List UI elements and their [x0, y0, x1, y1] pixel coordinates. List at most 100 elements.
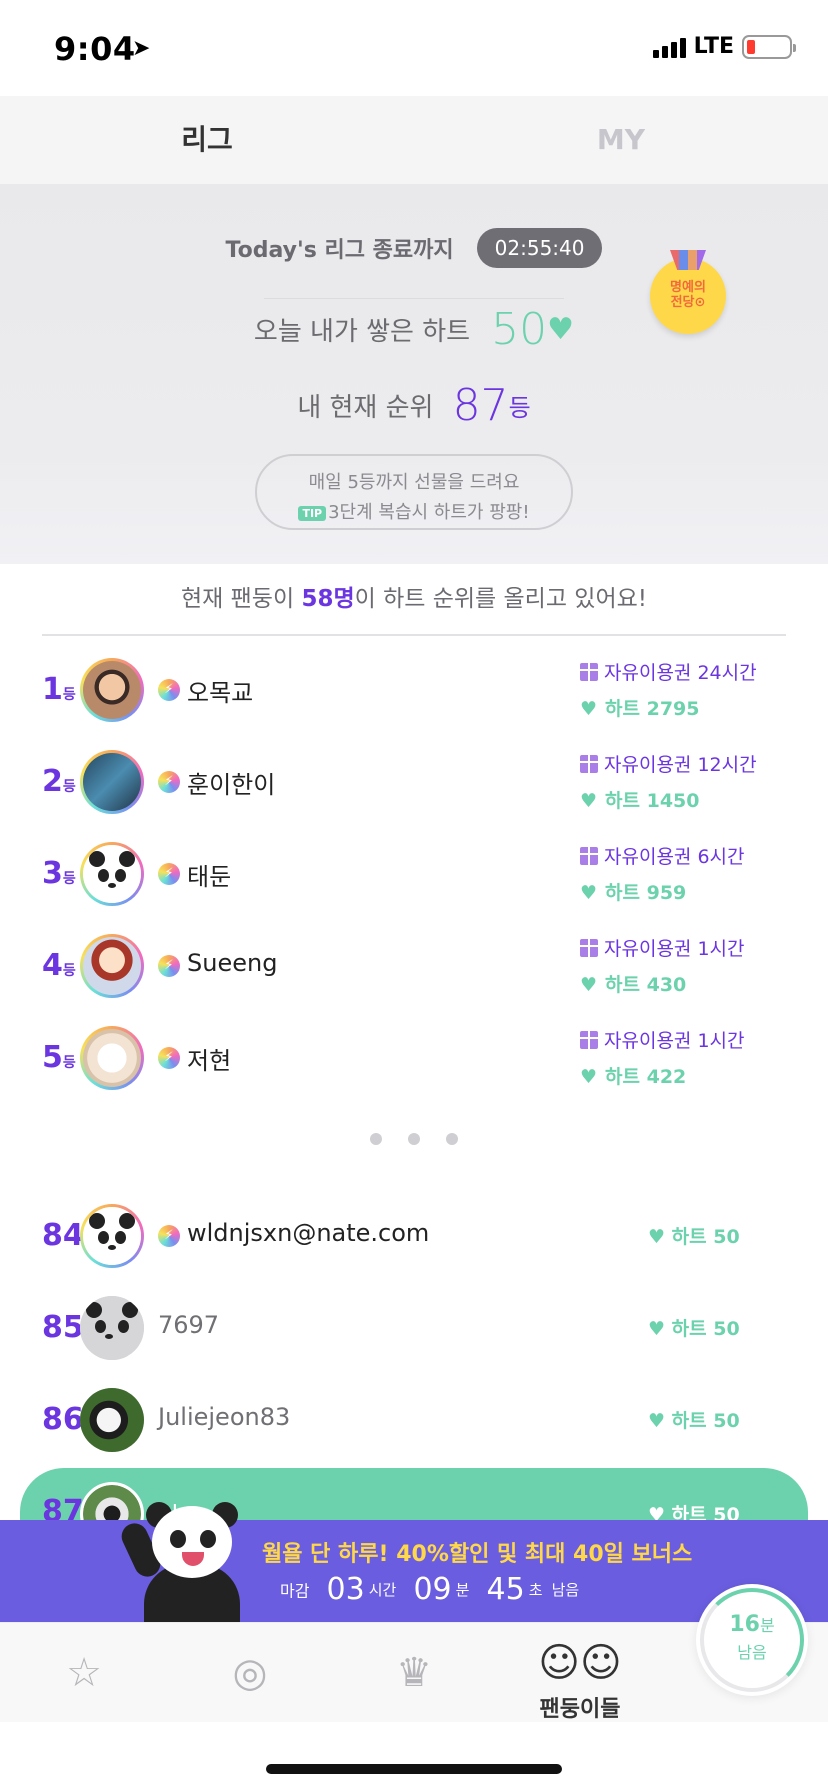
user-name: Juliejeon83: [158, 1403, 291, 1431]
rank-number: 86: [42, 1402, 84, 1437]
gift-icon: [580, 939, 598, 957]
rank-number: 85: [42, 1310, 84, 1345]
league-summary: Today's 리그 종료까지 02:55:40 오늘 내가 쌓은 하트 50♥…: [0, 184, 828, 564]
heart-count: ♥ 하트 50: [648, 1410, 740, 1432]
heart-count: ♥ 하트 2795: [580, 698, 700, 720]
reward: 자유이용권 1시간: [580, 1026, 745, 1053]
gift-icon: [580, 1031, 598, 1049]
reward: 자유이용권 6시간: [580, 842, 745, 869]
users-icon: ☺☺: [538, 1640, 622, 1686]
tab-my[interactable]: MY: [414, 96, 828, 184]
avatar: [80, 750, 144, 814]
rank-number: 1등: [42, 672, 76, 707]
heart-icon: ♥: [580, 974, 598, 996]
heart-count: ♥ 하트 50: [648, 1318, 740, 1340]
my-hearts-label: 오늘 내가 쌓은 하트: [253, 317, 471, 347]
nav-fans[interactable]: ☺☺ 팬둥이들: [520, 1623, 640, 1723]
rank-row[interactable]: 5등 저현 자유이용권 1시간 ♥하트 422: [0, 1012, 828, 1104]
avatar: [80, 1388, 144, 1452]
hall-of-fame-line-1: 명예의: [670, 280, 706, 295]
gift-icon: [580, 847, 598, 865]
top-rank-list: 1등 오목교 자유이용권 24시간 ♥하트 2795 2등 훈이한이 자유이용권…: [0, 644, 828, 1104]
league-end-label: Today's 리그 종료까지: [225, 238, 454, 263]
divider: [264, 298, 564, 299]
nav-ranking[interactable]: ♛: [354, 1623, 474, 1723]
user-name: 훈이한이: [187, 771, 276, 799]
ellipsis-dots: [0, 1130, 828, 1149]
heart-icon: ♥: [547, 312, 575, 347]
status-bar: 9:04 ➤ LTE: [0, 0, 828, 96]
promo-banner[interactable]: 월욜 단 하루! 40%할인 및 최대 40일 보너스 마감 03 시간 09 분 …: [0, 1502, 828, 1624]
gift-icon: [580, 755, 598, 773]
heart-icon: ♥: [648, 1318, 672, 1340]
rank-number: 2등: [42, 764, 76, 799]
reward: 자유이용권 24시간: [580, 658, 757, 685]
rank-row[interactable]: 4등 Sueeng 자유이용권 1시간 ♥하트 430: [0, 920, 828, 1012]
heart-count: ♥ 하트 430: [580, 974, 687, 996]
heart-count: ♥ 하트 959: [580, 882, 687, 904]
premium-badge-icon: [158, 771, 180, 793]
heart-icon: ♥: [580, 882, 598, 904]
rank-row[interactable]: 84 wldnjsxn@nate.com ♥ 하트 50: [0, 1190, 828, 1282]
nav-fans-label: 팬둥이들: [539, 1697, 621, 1722]
battery-icon: [742, 34, 796, 59]
rank-row[interactable]: 86 Juliejeon83 ♥ 하트 50: [0, 1374, 828, 1466]
my-hearts-value: 50: [491, 304, 548, 355]
crown-icon: ♛: [396, 1650, 432, 1696]
participants-count: 58명: [301, 586, 355, 612]
rank-number: 84: [42, 1218, 84, 1253]
time-left-badge[interactable]: 16분 남음: [696, 1584, 808, 1696]
location-arrow-icon: ➤: [132, 36, 151, 61]
rank-row[interactable]: 85 7697 ♥ 하트 50: [0, 1282, 828, 1374]
premium-badge-icon: [158, 863, 180, 885]
heart-count: ♥ 하트 50: [648, 1226, 740, 1248]
tab-league[interactable]: 리그: [0, 96, 414, 184]
panda-avatar-icon: [83, 1207, 141, 1265]
hall-of-fame-line-2: 전당⊙: [670, 295, 706, 310]
user-name: wldnjsxn@nate.com: [187, 1219, 430, 1247]
avatar: [80, 658, 144, 722]
user-name: 저현: [187, 1047, 232, 1075]
gift-icon: [580, 663, 598, 681]
heart-count: ♥ 하트 422: [580, 1066, 687, 1088]
home-indicator: [266, 1764, 562, 1774]
tip-line-1: 매일 5등까지 선물을 드려요: [308, 472, 520, 493]
panda-avatar-icon: [83, 845, 141, 903]
tip-box[interactable]: 매일 5등까지 선물을 드려요 TIP 3단계 복습시 하트가 팡팡!: [255, 454, 573, 530]
user-name: 7697: [158, 1311, 220, 1339]
star-icon: ☆: [66, 1650, 102, 1696]
network-label: LTE: [693, 34, 734, 59]
heart-icon: ♥: [580, 1066, 598, 1088]
panda-avatar-icon: [80, 1296, 144, 1360]
heart-icon: ♥: [648, 1410, 672, 1432]
signal-icon: [652, 36, 686, 58]
participants-banner: 현재 팬둥이 58명이 하트 순위를 올리고 있어요!: [181, 586, 647, 612]
user-name: Sueeng: [187, 949, 278, 977]
heart-count: ♥ 하트 1450: [580, 790, 700, 812]
nav-explore[interactable]: ◎: [190, 1623, 310, 1723]
premium-badge-icon: [158, 1047, 180, 1069]
hall-of-fame-button[interactable]: 명예의 전당⊙: [650, 250, 726, 334]
rank-row[interactable]: 2등 훈이한이 자유이용권 12시간 ♥하트 1450: [0, 736, 828, 828]
rank-row[interactable]: 1등 오목교 자유이용권 24시간 ♥하트 2795: [0, 644, 828, 736]
league-timer: 02:55:40: [476, 228, 603, 268]
status-indicators: LTE: [652, 34, 796, 59]
heart-icon: ♥: [648, 1226, 672, 1248]
nav-favorites[interactable]: ☆: [24, 1623, 144, 1723]
compass-icon: ◎: [232, 1650, 268, 1696]
heart-icon: ♥: [580, 698, 598, 720]
top-tabs: 리그 MY: [0, 96, 828, 184]
ribbon-icon: [670, 250, 706, 270]
reward: 자유이용권 12시간: [580, 750, 757, 777]
avatar: [80, 1296, 144, 1360]
heart-icon: ♥: [580, 790, 598, 812]
rank-number: 3등: [42, 856, 76, 891]
rank-row[interactable]: 3등 태둔 자유이용권 6시간 ♥하트 959: [0, 828, 828, 920]
avatar: [80, 934, 144, 998]
tip-badge: TIP: [298, 505, 327, 521]
panda-mascot-icon: [117, 1502, 254, 1624]
user-name: 오목교: [187, 679, 254, 707]
rank-number: 5등: [42, 1040, 76, 1075]
promo-title: 월욜 단 하루! 40%할인 및 최대 40일 보너스: [262, 1542, 693, 1567]
user-name: 태둔: [187, 863, 232, 891]
